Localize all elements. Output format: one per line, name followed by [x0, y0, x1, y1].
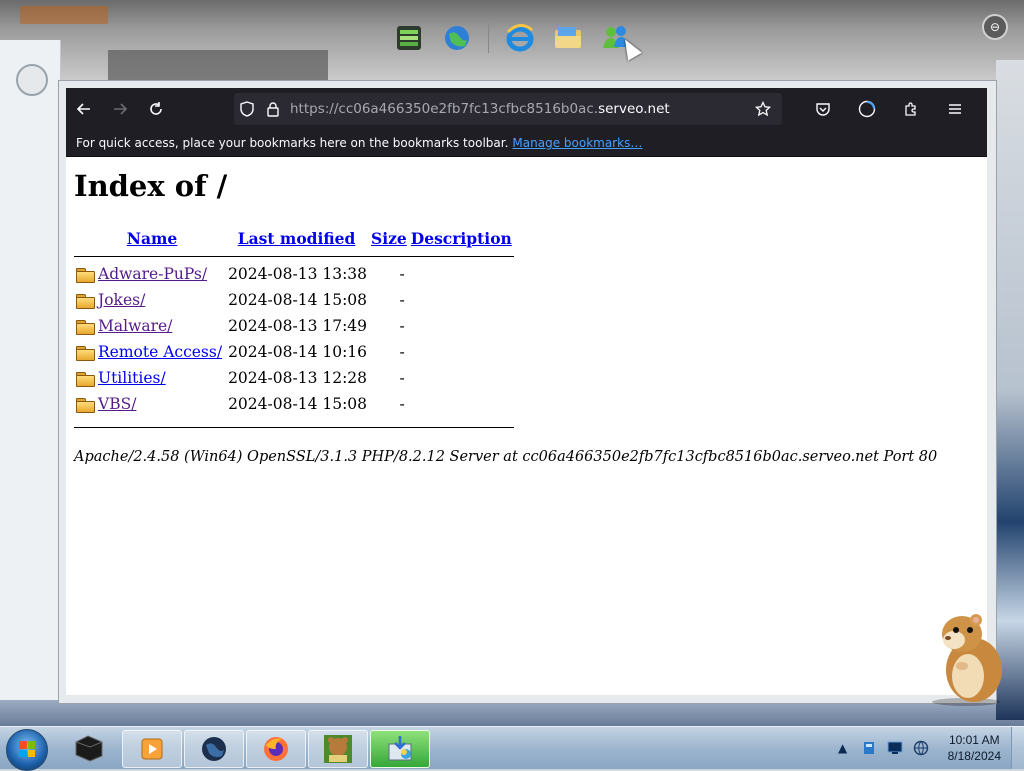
taskbar: ▲ 10:01 AM 8/18/2024: [0, 726, 1024, 771]
network-adapter-icon[interactable]: [860, 739, 878, 757]
pocket-icon[interactable]: [805, 91, 841, 127]
folder-link[interactable]: Remote Access/: [98, 343, 222, 361]
size-cell: -: [399, 343, 405, 361]
bookmarks-toolbar: For quick access, place your bookmarks h…: [66, 130, 987, 157]
url-bar[interactable]: https://cc06a466350e2fb7fc13cfbc8516b0ac…: [234, 93, 782, 125]
tracking-protection-shield-icon[interactable]: [234, 96, 260, 122]
show-hidden-icons-chevron-icon[interactable]: ▲: [834, 739, 852, 757]
page-content: Index of / Name Last modified Size Descr…: [66, 157, 987, 473]
server-signature: Apache/2.4.58 (Win64) OpenSSL/3.1.3 PHP/…: [74, 449, 938, 465]
footer-divider: [74, 426, 514, 428]
folder-icon: [76, 372, 95, 387]
folder-icon: [76, 320, 95, 335]
url-host: serveo.net: [598, 101, 670, 117]
folder-link[interactable]: Jokes/: [98, 291, 145, 309]
bookmarks-toolbar-message: For quick access, place your bookmarks h…: [76, 136, 509, 150]
bearbox-icon[interactable]: [308, 730, 368, 768]
globe-icon[interactable]: [184, 730, 244, 768]
internet-explorer-icon[interactable]: [503, 21, 537, 55]
clock-time: 10:01 AM: [948, 733, 1000, 747]
url-prefix: https://cc06a466350e2fb7fc13cfbc8516b0ac…: [290, 101, 599, 117]
action-center-icon[interactable]: [886, 739, 904, 757]
size-cell: -: [399, 265, 405, 283]
system-tray: ▲ 10:01 AM 8/18/2024: [830, 727, 1024, 769]
listing-rows: Adware-PuPs/ 2024-08-13 13:38 - Jokes/ 2…: [74, 261, 514, 437]
folder-icon: [76, 294, 95, 309]
last-modified-cell: 2024-08-14 15:08: [228, 395, 368, 413]
lock-icon[interactable]: [260, 96, 286, 122]
folder-link[interactable]: Malware/: [98, 317, 172, 335]
folder-icon: [76, 398, 95, 413]
terminal-icon[interactable]: [60, 730, 118, 766]
globe-icon[interactable]: [440, 21, 474, 55]
table-row: VBS/ 2024-08-14 15:08 -: [74, 391, 514, 417]
url-text[interactable]: https://cc06a466350e2fb7fc13cfbc8516b0ac…: [290, 101, 670, 117]
dock-separator: [488, 23, 489, 53]
background-window-panel: [0, 40, 61, 700]
table-row: Remote Access/ 2024-08-14 10:16 -: [74, 339, 514, 365]
navigation-toolbar: https://cc06a466350e2fb7fc13cfbc8516b0ac…: [66, 88, 987, 130]
reload-button[interactable]: [138, 91, 174, 127]
last-modified-cell: 2024-08-13 13:38: [228, 265, 368, 283]
firefox-window: https://cc06a466350e2fb7fc13cfbc8516b0ac…: [66, 88, 987, 695]
file-explorer-icon[interactable]: [551, 21, 585, 55]
bookmark-star-icon[interactable]: [750, 96, 776, 122]
clock-date: 8/18/2024: [947, 749, 1001, 763]
folder-link[interactable]: Adware-PuPs/: [98, 265, 207, 283]
background-window-tab: [20, 6, 108, 24]
account-sync-icon[interactable]: [849, 91, 885, 127]
close-icon[interactable]: ⊖: [982, 14, 1008, 40]
dock: [392, 14, 633, 62]
background-address-field: [108, 50, 328, 80]
description-cell: [409, 261, 514, 287]
directory-listing-table: Name Last modified Size Description Adwa…: [74, 229, 514, 437]
last-modified-cell: 2024-08-13 12:28: [228, 369, 368, 387]
size-cell: -: [399, 395, 405, 413]
archive-icon[interactable]: [392, 21, 426, 55]
installer-icon[interactable]: [370, 730, 430, 768]
table-row: Utilities/ 2024-08-13 12:28 -: [74, 365, 514, 391]
table-row: Malware/ 2024-08-13 17:49 -: [74, 313, 514, 339]
description-cell: [409, 313, 514, 339]
windows-logo-icon: [19, 741, 35, 757]
last-modified-cell: 2024-08-13 17:49: [228, 317, 368, 335]
last-modified-cell: 2024-08-14 15:08: [228, 291, 368, 309]
column-header-size[interactable]: Size: [371, 229, 407, 248]
table-row: Jokes/ 2024-08-14 15:08 -: [74, 287, 514, 313]
size-cell: -: [399, 317, 405, 335]
folder-icon: [76, 346, 95, 361]
description-cell: [409, 365, 514, 391]
header-divider: [74, 256, 514, 257]
forward-button[interactable]: [102, 91, 138, 127]
taskbar-clock[interactable]: 10:01 AM 8/18/2024: [948, 732, 1001, 764]
column-header-description[interactable]: Description: [411, 229, 512, 248]
table-row: Adware-PuPs/ 2024-08-13 13:38 -: [74, 261, 514, 287]
hamster-mascot-icon[interactable]: [926, 604, 1006, 706]
column-header-name[interactable]: Name: [127, 229, 177, 248]
media-player-icon[interactable]: [122, 730, 182, 768]
description-cell: [409, 339, 514, 365]
start-button[interactable]: [6, 729, 48, 771]
description-cell: [409, 287, 514, 313]
language-globe-icon[interactable]: [912, 739, 930, 757]
size-cell: -: [399, 369, 405, 387]
background-back-icon: [16, 64, 48, 96]
folder-link[interactable]: VBS/: [98, 395, 136, 413]
column-header-last-modified[interactable]: Last modified: [238, 229, 356, 248]
manage-bookmarks-link[interactable]: Manage bookmarks…: [512, 136, 642, 150]
size-cell: -: [399, 291, 405, 309]
firefox-icon[interactable]: [246, 730, 306, 768]
description-cell: [409, 391, 514, 417]
show-desktop-button[interactable]: [1011, 727, 1024, 769]
back-button[interactable]: [66, 91, 102, 127]
last-modified-cell: 2024-08-14 10:16: [228, 343, 368, 361]
toolbar-right-buttons: [805, 91, 973, 127]
icon-column-header: [74, 229, 96, 252]
page-title: Index of /: [74, 169, 228, 203]
folder-icon: [76, 268, 95, 283]
app-menu-hamburger-icon[interactable]: [937, 91, 973, 127]
extensions-puzzle-icon[interactable]: [893, 91, 929, 127]
folder-link[interactable]: Utilities/: [98, 369, 166, 387]
